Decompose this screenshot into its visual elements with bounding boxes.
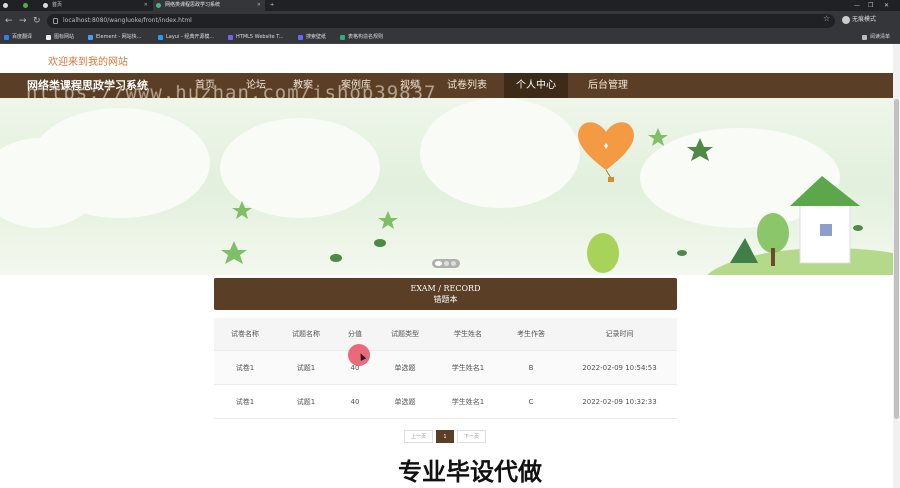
- col-header: 试题名称: [292, 330, 320, 338]
- incognito-avatar-icon: [842, 15, 850, 24]
- bookmark-star-icon[interactable]: ☆: [823, 14, 830, 23]
- cell-score: 40: [350, 397, 360, 406]
- close-tab-icon[interactable]: ✕: [144, 0, 148, 11]
- bookmark-icon: [298, 35, 303, 40]
- close-window-icon[interactable]: ✕: [884, 0, 889, 11]
- banner-illustration: [221, 122, 863, 273]
- reload-icon[interactable]: ↻: [33, 15, 41, 27]
- page-1-button[interactable]: 1: [436, 430, 454, 443]
- address-bar-row: ← → ↻ localhost:8080/wangluoke/front/ind…: [0, 11, 900, 31]
- cell-answer: B: [528, 363, 534, 372]
- records-table: 试卷名称 试题名称 分值 试题类型 学生姓名 考生作答 记录时间 试卷1 试题1…: [214, 318, 677, 419]
- banner-carousel: [0, 98, 893, 275]
- nav-exam-list[interactable]: 试卷列表: [447, 73, 487, 98]
- vue-favicon-icon: [156, 3, 161, 8]
- bookmark-item[interactable]: Layui - 经典开源模...: [158, 31, 214, 44]
- reading-list[interactable]: 阅读清单: [862, 31, 890, 44]
- scrollbar-thumb[interactable]: [894, 99, 899, 419]
- nav-admin[interactable]: 后台管理: [588, 73, 628, 98]
- cell-exam-name: 试卷1: [235, 363, 255, 372]
- col-header: 考生作答: [517, 330, 545, 338]
- tab-favicon-icon: [43, 3, 48, 8]
- table-row[interactable]: 试卷1 试题1 40 单选题 学生姓名1 B 2022-02-09 10:54:…: [214, 351, 677, 385]
- section-title-en: EXAM / RECORD: [410, 284, 481, 293]
- welcome-text: 欢迎来到我的网站: [48, 57, 128, 68]
- tab-favicon-icon: [3, 3, 8, 8]
- cell-question-name: 试题1: [296, 363, 316, 372]
- forward-icon[interactable]: →: [19, 15, 27, 27]
- tree-icon: [587, 213, 789, 273]
- star-icon: [221, 128, 713, 264]
- restore-icon[interactable]: ❐: [868, 0, 873, 11]
- cell-record-time: 2022-02-09 10:32:33: [582, 397, 657, 406]
- cell-record-time: 2022-02-09 10:54:53: [582, 363, 657, 372]
- url-input[interactable]: localhost:8080/wangluoke/front/index.htm…: [47, 14, 835, 28]
- prev-page-button[interactable]: 上一页: [404, 430, 433, 443]
- table-header-row: 试卷名称 试题名称 分值 试题类型 学生姓名 考生作答 记录时间: [214, 318, 677, 351]
- browser-tab-active[interactable]: 网络类课程思政学习系统 ✕: [153, 0, 265, 11]
- bookmarks-bar: 百度翻译 图标网站 Element - 网站快... Layui - 经典开源模…: [0, 31, 900, 44]
- carousel-indicator: [432, 259, 460, 268]
- reading-list-icon: [862, 35, 867, 40]
- bookmark-icon: [228, 35, 233, 40]
- page-scrollbar[interactable]: [893, 44, 900, 488]
- col-header: 试卷名称: [231, 330, 259, 338]
- cell-student-name: 学生姓名1: [451, 363, 485, 372]
- browser-tab[interactable]: [20, 0, 38, 11]
- tent-icon: [730, 238, 758, 263]
- new-tab-button[interactable]: +: [268, 0, 280, 11]
- nav-personal-center[interactable]: 个人中心: [504, 73, 568, 98]
- cell-answer: C: [528, 397, 534, 406]
- section-title-cn: 错题本: [433, 295, 458, 304]
- col-header: 学生姓名: [454, 330, 482, 338]
- bookmark-item[interactable]: HTML5 Website T...: [228, 31, 283, 44]
- bookmark-item[interactable]: 图标网站: [46, 31, 74, 44]
- bookmark-item[interactable]: 百度翻译: [4, 31, 32, 44]
- next-page-button[interactable]: 下一页: [457, 430, 486, 443]
- back-icon[interactable]: ←: [5, 15, 13, 27]
- promo-watermark: 专业毕设代做: [398, 458, 542, 486]
- table-row[interactable]: 试卷1 试题1 40 单选题 学生姓名1 C 2022-02-09 10:32:…: [214, 385, 677, 419]
- cell-student-name: 学生姓名1: [451, 397, 485, 406]
- profile-button[interactable]: 无痕模式: [842, 14, 876, 24]
- bookmark-item[interactable]: Element - 网站快...: [88, 31, 141, 44]
- cell-question-type: 单选题: [394, 397, 416, 406]
- col-header: 试题类型: [391, 330, 419, 338]
- bookmark-item[interactable]: 搜索壁纸: [298, 31, 326, 44]
- browser-tab[interactable]: [0, 0, 20, 11]
- carousel-dot-active[interactable]: [435, 261, 442, 266]
- cell-exam-name: 试卷1: [235, 397, 255, 406]
- bookmark-icon: [158, 35, 163, 40]
- col-header: 记录时间: [605, 330, 634, 338]
- section-header: EXAM / RECORD 错题本: [214, 278, 677, 310]
- site-info-icon[interactable]: [53, 18, 58, 24]
- minimize-icon[interactable]: —: [854, 0, 860, 11]
- tab-favicon-icon: [23, 3, 28, 8]
- bookmark-item[interactable]: 表格构造名规则: [340, 31, 383, 44]
- bookmark-icon: [340, 35, 345, 40]
- cell-question-name: 试题1: [296, 397, 316, 406]
- carousel-dot[interactable]: [451, 261, 456, 266]
- bookmark-icon: [88, 35, 93, 40]
- browser-tab-bar: 首页 ✕ 网络类课程思政学习系统 ✕ + — ❐ ✕: [0, 0, 900, 11]
- heart-balloon-icon: [578, 122, 634, 182]
- bookmark-icon: [46, 35, 51, 40]
- browser-tab-home[interactable]: 首页 ✕: [40, 0, 152, 11]
- close-tab-icon[interactable]: ✕: [257, 0, 261, 11]
- bookmark-icon: [4, 35, 9, 40]
- cell-question-type: 单选题: [394, 363, 416, 372]
- house-icon: [790, 176, 860, 264]
- carousel-dot[interactable]: [444, 261, 449, 266]
